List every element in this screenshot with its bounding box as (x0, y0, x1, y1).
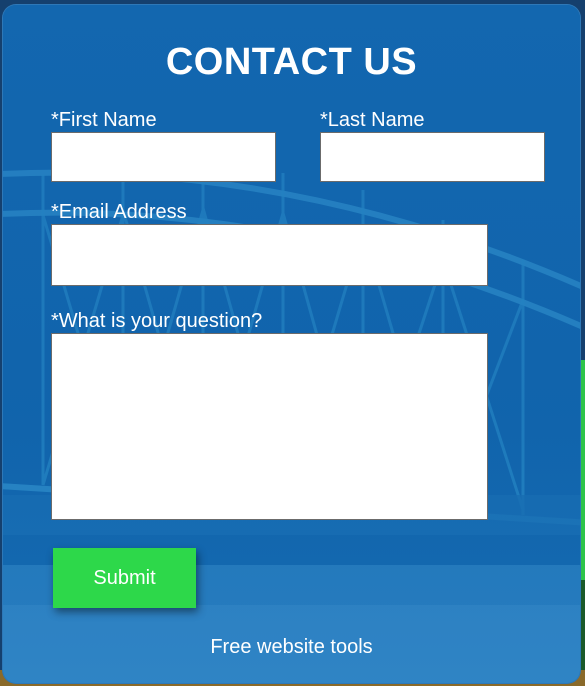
last-name-label: *Last Name (320, 109, 425, 131)
first-name-input[interactable] (51, 132, 276, 182)
email-input[interactable] (51, 224, 488, 286)
question-label: *What is your question? (51, 310, 263, 332)
page: CONTACT US *First Name *Last Name *Email… (0, 0, 585, 686)
free-website-tools-link[interactable]: Free website tools (3, 636, 580, 659)
question-textarea[interactable] (51, 333, 488, 520)
last-name-input[interactable] (320, 132, 545, 182)
contact-form-panel: CONTACT US *First Name *Last Name *Email… (2, 4, 581, 684)
first-name-label: *First Name (51, 109, 157, 131)
email-label: *Email Address (51, 201, 187, 223)
submit-button[interactable]: Submit (53, 548, 196, 608)
form-title: CONTACT US (165, 41, 418, 83)
